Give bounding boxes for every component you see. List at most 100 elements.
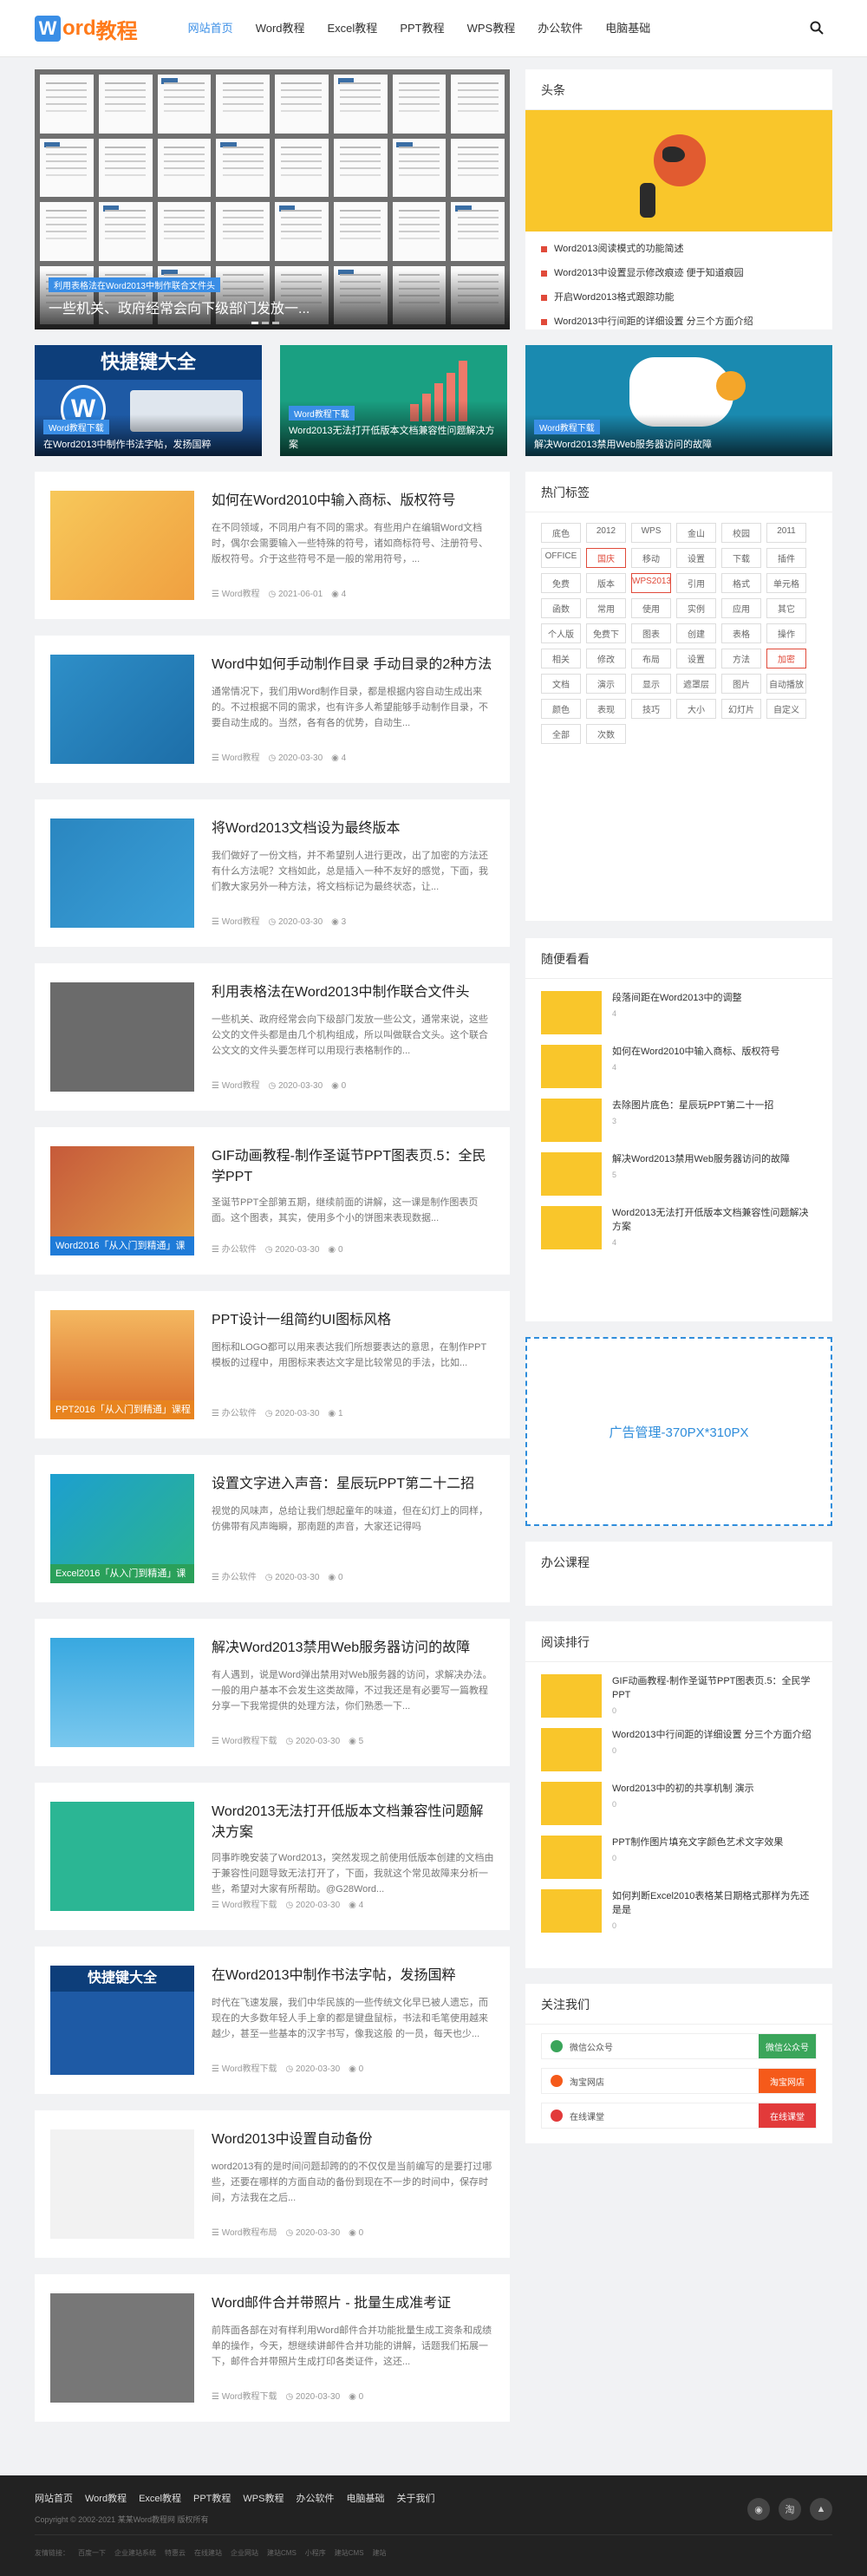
item-thumbnail[interactable] [541, 1728, 602, 1771]
nav-word[interactable]: Word教程 [256, 0, 305, 57]
tag-item[interactable]: 颜色 [541, 699, 581, 719]
feature-card-3[interactable]: Word教程下载解决Word2013禁用Web服务器访问的故障 [525, 345, 832, 456]
footer-nav-link[interactable]: Word教程 [85, 2491, 127, 2505]
site-logo[interactable]: Word 教程 [35, 14, 138, 44]
item-title[interactable]: Word2013无法打开低版本文档兼容性问题解决方案 [612, 1208, 809, 1232]
article-thumbnail[interactable]: Excel2016「从入门到精通」课程 [50, 1474, 194, 1583]
article-card[interactable]: 解决Word2013禁用Web服务器访问的故障 有人遇到，说是Word弹出禁用对W… [35, 1619, 510, 1766]
footer-friend-link[interactable]: 小程序 [305, 2548, 326, 2558]
article-category[interactable]: Word教程下载 [222, 2064, 277, 2074]
item-title[interactable]: 解决Word2013禁用Web服务器访问的故障 [612, 1154, 790, 1164]
tag-item[interactable]: 文档 [541, 674, 581, 694]
tag-item[interactable]: 相关 [541, 649, 581, 668]
footer-friend-link[interactable]: 建站CMS [267, 2548, 297, 2558]
article-title[interactable]: Word2013无法打开低版本文档兼容性问题解决方案 [212, 1802, 496, 1843]
feature-card-1[interactable]: 快捷键大全 W Word教程下载 在Word2013中制作书法字帖，发扬国粹 [35, 345, 262, 456]
tag-item[interactable]: 移动 [631, 548, 671, 568]
feature-card-tag[interactable]: Word教程下载 [43, 420, 109, 434]
tag-item[interactable]: 加密 [766, 649, 806, 668]
article-thumbnail[interactable] [50, 1638, 194, 1747]
article-card[interactable]: 利用表格法在Word2013中制作联合文件头 一些机关、政府经常会向下级部门发放一… [35, 963, 510, 1111]
article-card[interactable]: 如何在Word2010中输入商标、版权符号 在不同领域，不同用户有不同的需求。有些… [35, 472, 510, 619]
article-title[interactable]: 在Word2013中制作书法字帖，发扬国粹 [212, 1966, 496, 1986]
article-card[interactable]: 将Word2013文档设为最终版本 我们做好了一份文档，并不希望别人进行更改，出了… [35, 799, 510, 947]
article-category[interactable]: Word教程 [222, 753, 260, 763]
article-title[interactable]: 利用表格法在Word2013中制作联合文件头 [212, 982, 496, 1003]
feature-card-title[interactable]: 在Word2013中制作书法字帖，发扬国粹 [43, 437, 253, 451]
tag-item[interactable]: 应用 [721, 598, 761, 618]
slider-dot[interactable] [262, 322, 269, 324]
follow-button[interactable]: 在线课堂 [759, 2103, 816, 2128]
slider-dot[interactable] [251, 322, 258, 324]
article-thumbnail[interactable]: PPT2016「从入门到精通」课程 [50, 1310, 194, 1419]
tag-item[interactable]: 引用 [676, 573, 716, 593]
item-title[interactable]: 段落间距在Word2013中的调整 [612, 993, 742, 1003]
article-card[interactable]: Word2013无法打开低版本文档兼容性问题解决方案 同事昨晚安装了Word201… [35, 1783, 510, 1930]
tag-item[interactable]: WPS2013 [631, 573, 671, 593]
article-category[interactable]: Word教程下载 [222, 2392, 277, 2402]
article-thumbnail[interactable] [50, 1802, 194, 1911]
item-thumbnail[interactable] [541, 1152, 602, 1196]
nav-excel[interactable]: Excel教程 [328, 0, 378, 57]
article-category[interactable]: Word教程下载 [222, 1737, 277, 1746]
tag-item[interactable]: 操作 [766, 623, 806, 643]
item-title[interactable]: Word2013中行间距的详细设置 分三个方面介绍 [612, 1730, 812, 1740]
tag-item[interactable]: 底色 [541, 523, 581, 543]
feature-card-2[interactable]: Word教程下载 Word2013无法打开低版本文档兼容性问题解决方案 [280, 345, 507, 456]
item-thumbnail[interactable] [541, 1099, 602, 1142]
item-thumbnail[interactable] [541, 1674, 602, 1718]
tag-item[interactable]: 校园 [721, 523, 761, 543]
tag-item[interactable]: 全部 [541, 724, 581, 744]
item-thumbnail[interactable] [541, 991, 602, 1034]
tag-item[interactable]: 设置 [676, 649, 716, 668]
nav-wps[interactable]: WPS教程 [467, 0, 516, 57]
footer-nav-link[interactable]: WPS教程 [243, 2491, 284, 2505]
tag-item[interactable]: 常用 [586, 598, 626, 618]
item-thumbnail[interactable] [541, 1836, 602, 1879]
footer-friend-link[interactable]: 企业建站系统 [114, 2548, 156, 2558]
article-card[interactable]: Excel2016「从入门到精通」课程 设置文字进入声音：星辰玩PPT第二十二招视… [35, 1455, 510, 1602]
random-item[interactable]: 如何在Word2010中输入商标、版权符号 4 [541, 1040, 817, 1093]
tag-item[interactable]: 版本 [586, 573, 626, 593]
article-title[interactable]: Word邮件合并带照片 - 批量生成准考证 [212, 2293, 496, 2314]
tag-item[interactable]: 次数 [586, 724, 626, 744]
tag-item[interactable]: 2011 [766, 523, 806, 543]
taobao-icon[interactable]: 淘 [779, 2498, 801, 2521]
article-title[interactable]: Word2013中设置自动备份 [212, 2129, 496, 2150]
tag-item[interactable]: 遮罩层 [676, 674, 716, 694]
course-icon[interactable]: ▲ [810, 2498, 832, 2521]
rank-item[interactable]: Word2013中的初的共享机制 演示 0 [541, 1777, 817, 1830]
article-title[interactable]: 解决Word2013禁用Web服务器访问的故障 [212, 1638, 496, 1659]
tag-item[interactable]: 国庆 [586, 548, 626, 568]
item-title[interactable]: 如何判断Excel2010表格某日期格式那样为先还是是 [612, 1891, 809, 1915]
random-item[interactable]: Word2013无法打开低版本文档兼容性问题解决方案 4 [541, 1201, 817, 1255]
tag-item[interactable]: 表格 [721, 623, 761, 643]
tag-item[interactable]: 插件 [766, 548, 806, 568]
article-title[interactable]: Word中如何手动制作目录 手动目录的2种方法 [212, 655, 496, 675]
article-thumbnail[interactable]: 快捷键大全 [50, 1966, 194, 2075]
tag-item[interactable]: 其它 [766, 598, 806, 618]
headline-item[interactable]: Word2013阅读模式的功能简述 [541, 237, 817, 261]
feature-card-title[interactable]: Word2013无法打开低版本文档兼容性问题解决方案 [289, 423, 499, 451]
article-thumbnail[interactable] [50, 491, 194, 600]
nav-ppt[interactable]: PPT教程 [400, 0, 444, 57]
item-title[interactable]: PPT制作图片填充文字颜色艺术文字效果 [612, 1837, 783, 1848]
feature-card-tag[interactable]: Word教程下载 [534, 420, 600, 434]
feature-card-tag[interactable]: Word教程下载 [289, 406, 355, 421]
footer-nav-link[interactable]: PPT教程 [193, 2491, 231, 2505]
headline-image[interactable] [525, 110, 832, 232]
random-item[interactable]: 去除图片底色：星辰玩PPT第二十一招 3 [541, 1093, 817, 1147]
article-category[interactable]: 办公软件 [222, 1573, 257, 1582]
article-card[interactable]: Word邮件合并带照片 - 批量生成准考证 前阵面各部在对有样利用Word邮件合并… [35, 2274, 510, 2422]
item-title[interactable]: 去除图片底色：星辰玩PPT第二十一招 [612, 1100, 773, 1111]
article-title[interactable]: GIF动画教程-制作圣诞节PPT图表页.5：全民学PPT [212, 1146, 496, 1188]
footer-nav-link[interactable]: 办公软件 [296, 2491, 334, 2505]
footer-friend-link[interactable]: 建站CMS [335, 2548, 364, 2558]
article-category[interactable]: Word教程 [222, 1081, 260, 1091]
search-icon[interactable] [810, 21, 824, 35]
rank-item[interactable]: Word2013中行间距的详细设置 分三个方面介绍 0 [541, 1723, 817, 1777]
item-title[interactable]: GIF动画教程-制作圣诞节PPT图表页.5：全民学PPT [612, 1676, 811, 1700]
slider-dot[interactable] [272, 322, 279, 324]
feature-card-title[interactable]: 解决Word2013禁用Web服务器访问的故障 [534, 437, 824, 451]
tag-item[interactable]: 演示 [586, 674, 626, 694]
